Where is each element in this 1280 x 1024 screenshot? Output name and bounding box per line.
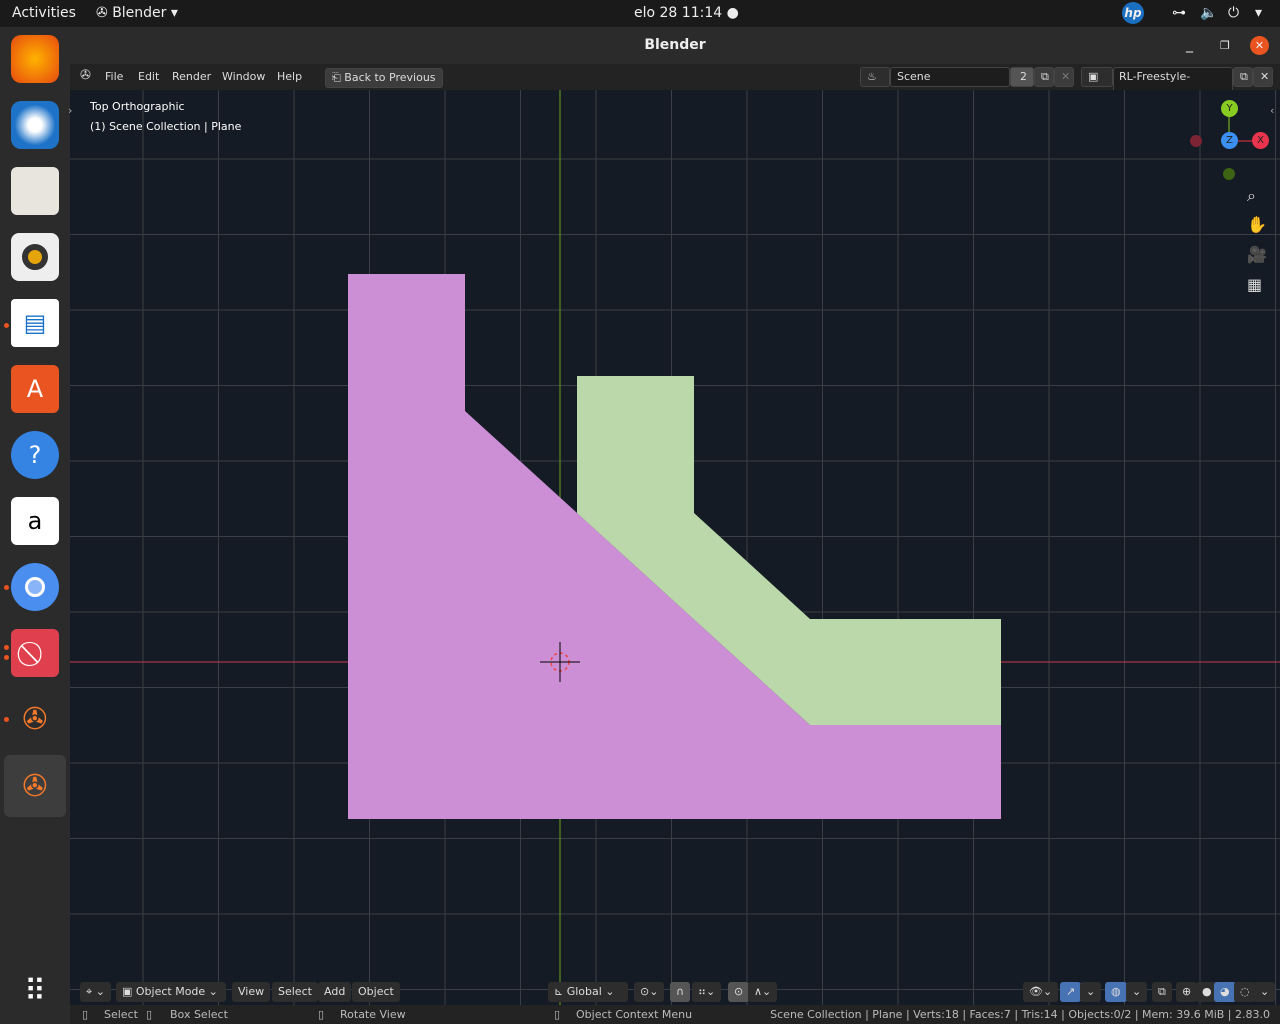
- status-box-select: Box Select: [170, 1008, 228, 1021]
- orientation-dropdown[interactable]: ⊾ Global ⌄: [548, 982, 628, 1002]
- gizmo-y[interactable]: Y: [1221, 100, 1238, 117]
- status-context: Object Context Menu: [576, 1008, 693, 1021]
- view-layer-browse-button[interactable]: ▣: [1081, 67, 1113, 87]
- mouse-drag-icon: ▯: [146, 1008, 153, 1021]
- menu-edit[interactable]: Edit: [138, 70, 159, 83]
- help-icon[interactable]: ?: [11, 431, 59, 479]
- hp-icon[interactable]: hp: [1122, 2, 1144, 24]
- delete-scene-button[interactable]: ✕: [1054, 67, 1074, 87]
- show-apps-icon[interactable]: ⠿: [11, 967, 59, 1015]
- files-icon[interactable]: [11, 167, 59, 215]
- status-select: Select: [104, 1008, 138, 1021]
- add-menu[interactable]: Add: [318, 982, 352, 1002]
- shading-wireframe[interactable]: ⊕: [1176, 982, 1198, 1002]
- mouse-right-icon: ▯: [554, 1008, 561, 1021]
- scene-name-field[interactable]: Scene: [890, 67, 1010, 87]
- delete-view-layer-button[interactable]: ✕: [1253, 67, 1273, 87]
- viewport-canvas: [70, 90, 1280, 1005]
- menu-file[interactable]: File: [105, 70, 123, 83]
- select-menu[interactable]: Select: [272, 982, 318, 1002]
- collection-info: (1) Scene Collection | Plane: [90, 120, 242, 133]
- camera-icon[interactable]: 🎥: [1247, 245, 1267, 264]
- new-scene-button[interactable]: ⧉: [1034, 67, 1054, 87]
- blender-logo-icon[interactable]: ✇: [80, 68, 91, 83]
- view-menu[interactable]: View: [232, 982, 271, 1002]
- gizmo-toggle[interactable]: ↗: [1060, 982, 1082, 1002]
- menu-render[interactable]: Render: [172, 70, 211, 83]
- falloff-dropdown[interactable]: ∧⌄: [748, 982, 778, 1002]
- overlay-dropdown[interactable]: ⌄: [1126, 982, 1148, 1002]
- clock[interactable]: elo 28 11:14 ●: [634, 5, 739, 21]
- scene-browse-button[interactable]: ♨: [860, 67, 890, 87]
- close-button[interactable]: ✕: [1250, 36, 1269, 55]
- mouse-left-icon: ▯: [82, 1008, 89, 1021]
- clock-label: elo 28 11:14: [634, 5, 723, 21]
- window-title: Blender: [644, 37, 706, 53]
- mouse-middle-icon: ▯: [318, 1008, 325, 1021]
- blender-active-icon[interactable]: ✇: [4, 755, 66, 817]
- activities-button[interactable]: Activities: [12, 5, 76, 21]
- back-label: Back to Previous: [344, 71, 436, 84]
- overlay-toggle[interactable]: ◍: [1105, 982, 1127, 1002]
- blender-icon[interactable]: ✇: [11, 695, 59, 743]
- rhythmbox-icon[interactable]: [11, 233, 59, 281]
- menu-window[interactable]: Window: [222, 70, 265, 83]
- chromium-icon[interactable]: [11, 563, 59, 611]
- editor-type-button[interactable]: ⌖ ⌄: [80, 982, 111, 1002]
- writer-icon[interactable]: ▤: [11, 299, 59, 347]
- chevron-down-icon[interactable]: ▾: [1255, 5, 1262, 21]
- snap-dropdown[interactable]: ⠶⌄: [692, 982, 722, 1002]
- maximize-button[interactable]: ❐: [1220, 27, 1230, 64]
- firefox-icon[interactable]: [11, 35, 59, 83]
- software-icon[interactable]: A: [11, 365, 59, 413]
- network-icon[interactable]: ⊶: [1172, 5, 1186, 21]
- object-menu[interactable]: Object: [352, 982, 400, 1002]
- pivot-dropdown[interactable]: ⊙⌄: [634, 982, 665, 1002]
- app-menu-label: Blender: [112, 5, 167, 21]
- xray-toggle[interactable]: ⧉: [1152, 982, 1172, 1002]
- blender-topbar: ✇ File Edit Render Window Help ⎗ Back to…: [70, 64, 1280, 105]
- zoom-icon[interactable]: ⌕: [1247, 186, 1256, 206]
- gizmo-dropdown[interactable]: ⌄: [1080, 982, 1102, 1002]
- mode-dropdown[interactable]: ▣ Object Mode ⌄: [116, 982, 226, 1002]
- proportional-edit-toggle[interactable]: ⊙: [728, 982, 750, 1002]
- back-to-previous-button[interactable]: ⎗ Back to Previous: [325, 68, 443, 88]
- status-rotate: Rotate View: [340, 1008, 406, 1021]
- minimize-button[interactable]: _: [1186, 27, 1193, 64]
- menu-help[interactable]: Help: [277, 70, 302, 83]
- dock: ▤ A ? a ⃠ ✇ ✇ ⠿: [0, 27, 70, 1024]
- view-name: Top Orthographic: [90, 100, 185, 113]
- blocked-app-icon[interactable]: ⃠: [11, 629, 59, 677]
- grid-ortho-icon[interactable]: ▦: [1247, 275, 1262, 294]
- amazon-icon[interactable]: a: [11, 497, 59, 545]
- mode-label: Object Mode: [135, 985, 206, 998]
- visibility-dropdown[interactable]: 👁⌄: [1023, 982, 1059, 1002]
- shading-dropdown[interactable]: ⌄: [1254, 982, 1276, 1002]
- shading-material[interactable]: ◕: [1214, 982, 1236, 1002]
- new-view-layer-button[interactable]: ⧉: [1233, 67, 1253, 87]
- app-menu[interactable]: ✇ Blender ▾: [96, 5, 178, 21]
- system-top-bar: Activities ✇ Blender ▾ elo 28 11:14 ● hp…: [0, 0, 1280, 27]
- status-bar: ▯ Select ▯ Box Select ▯ Rotate View ▯ Ob…: [70, 1005, 1280, 1024]
- thunderbird-icon[interactable]: [11, 101, 59, 149]
- hand-pan-icon[interactable]: ✋: [1247, 215, 1267, 234]
- snap-toggle[interactable]: ∩: [670, 982, 691, 1002]
- scene-stats: Scene Collection | Plane | Verts:18 | Fa…: [770, 1008, 1270, 1021]
- scene-users-count[interactable]: 2: [1010, 67, 1034, 87]
- toolbar-expand-arrow[interactable]: ›: [68, 104, 72, 117]
- volume-icon[interactable]: 🔈: [1200, 5, 1217, 21]
- gizmo-z[interactable]: Z: [1221, 132, 1238, 149]
- window-titlebar: Blender _ ❐ ✕: [70, 27, 1280, 64]
- shading-rendered[interactable]: ◌: [1234, 982, 1256, 1002]
- power-icon[interactable]: ⏻: [1228, 5, 1239, 21]
- gizmo-x[interactable]: X: [1252, 132, 1269, 149]
- 3d-viewport[interactable]: › Top Orthographic (1) Scene Collection …: [68, 90, 1280, 1005]
- orientation-label: Global: [566, 985, 602, 998]
